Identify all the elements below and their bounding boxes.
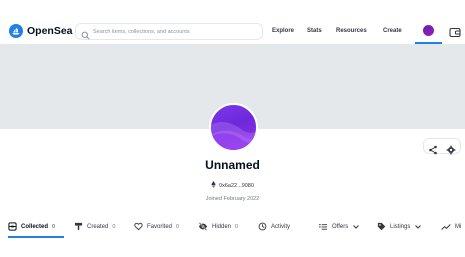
tab-offers-label: Offers [332,223,349,230]
chevron-down-icon [353,224,360,229]
opensea-logo-icon[interactable] [9,24,23,38]
tab-created[interactable]: Created 0 [74,221,115,232]
paintbrush-icon [74,222,83,231]
tab-activity-label: Activity [271,223,291,230]
chevron-down-icon [415,224,422,229]
profile-name: Unnamed [205,158,260,172]
wallet-icon[interactable] [449,25,461,43]
nav-create[interactable]: Create [383,27,402,35]
profile-avatar [209,103,258,152]
tab-favorited-label: Favorited [147,223,173,230]
tab-collected[interactable]: Collected 0 [8,221,55,232]
tag-icon [377,222,386,231]
tab-hidden-label: Hidden [212,223,232,230]
nav-explore[interactable]: Explore [272,27,294,35]
search-input[interactable] [93,24,261,39]
tab-collected-label: Collected [21,223,49,230]
active-tab-indicator [8,236,64,238]
ethereum-icon [211,181,216,191]
settings-gear-icon[interactable] [446,142,456,155]
tab-listings-label: Listings [390,223,411,230]
tab-hidden-count: 0 [235,223,239,230]
search-icon [81,27,90,45]
brand-name[interactable]: OpenSea [27,24,73,38]
tab-offers[interactable]: Offers [318,221,360,232]
tab-created-count: 0 [112,223,116,230]
profile-actions [423,138,461,155]
tab-more-label: Mi [455,223,462,230]
tab-listings[interactable]: Listings [377,221,422,232]
tab-created-label: Created [87,223,109,230]
tab-collected-count: 0 [52,223,56,230]
wallet-address-text: 0x6a22...9080 [219,183,254,189]
clock-icon [258,222,267,231]
offers-icon [318,222,328,231]
profile-tabs: Collected 0 Created 0 Favorited 0 Hidden… [0,217,465,238]
eye-off-icon [198,222,208,231]
share-icon[interactable] [428,142,438,155]
profile-avatar-icon[interactable] [423,25,434,36]
joined-date: Joined February 2022 [205,196,260,202]
heart-icon [134,222,143,231]
tab-favorited[interactable]: Favorited 0 [134,221,179,232]
wallet-address[interactable]: 0x6a22...9080 [0,181,465,191]
nav-stats[interactable]: Stats [307,27,322,35]
collected-icon [8,222,17,231]
search-bar[interactable] [75,23,263,40]
nav-resources[interactable]: Resources [336,27,367,35]
trend-icon [441,223,451,231]
tab-favorited-count: 0 [176,223,180,230]
tab-more[interactable]: Mi [441,221,461,232]
tab-activity[interactable]: Activity [258,221,290,232]
tab-hidden[interactable]: Hidden 0 [198,221,238,232]
